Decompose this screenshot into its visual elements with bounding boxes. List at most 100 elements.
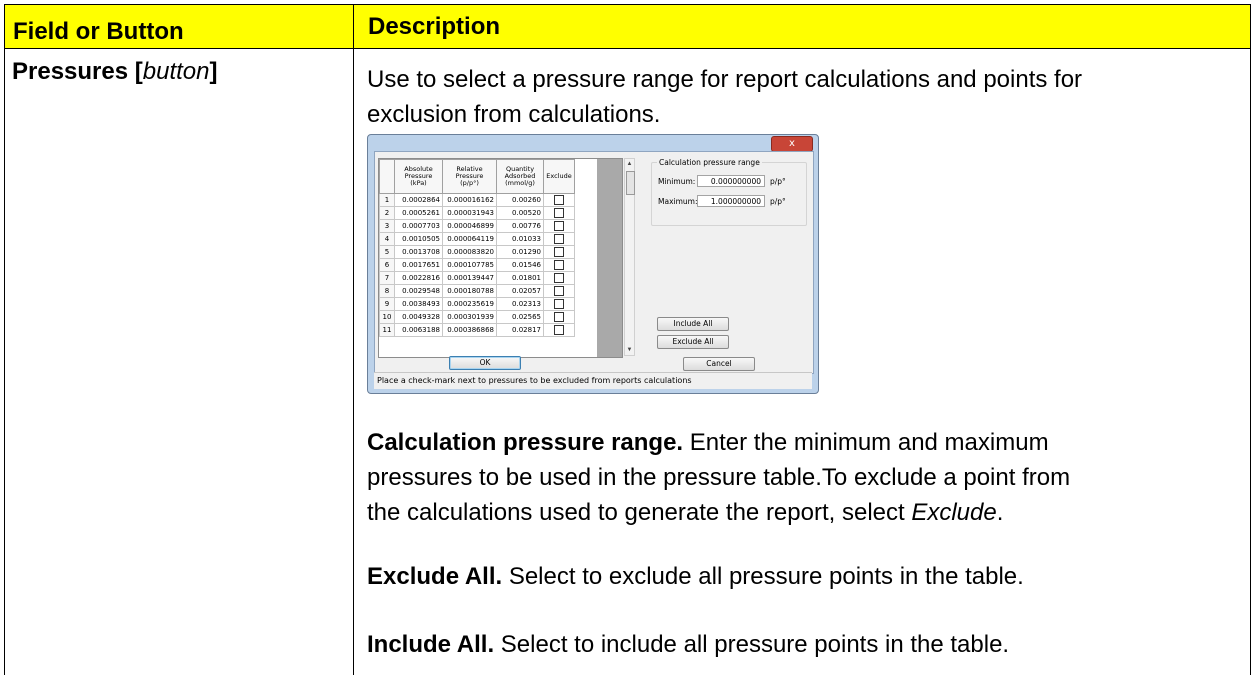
quantity-adsorbed-cell: 0.00520 [496,206,544,220]
row-number-header [379,159,395,194]
exclude-checkbox[interactable] [554,259,564,270]
table-scrollbar[interactable]: ▲ ▼ [624,158,635,356]
absolute-pressure-cell: 0.0017651 [394,258,443,272]
table-right-border [1250,48,1251,675]
row-number: 5 [379,245,395,259]
para1-line3: the calculations used to generate the re… [367,499,1004,526]
exclude-cell [543,297,575,311]
intro-line-2: exclusion from calculations. [367,101,661,128]
ok-button[interactable]: OK [449,356,521,370]
exclude-cell [543,232,575,246]
quantity-adsorbed-cell: 0.02817 [496,323,544,337]
row-number: 2 [379,206,395,220]
close-icon[interactable]: x [771,136,813,152]
maximum-input[interactable]: 1.000000000 [697,195,765,207]
cancel-button[interactable]: Cancel [683,357,755,371]
table-row: 4 0.0010505 0.000064119 0.01033 [379,232,575,246]
absolute-pressure-cell: 0.0002864 [394,193,443,207]
header-description: Description [353,4,1251,49]
exclude-checkbox[interactable] [554,272,564,283]
exclude-cell [543,206,575,220]
field-name-pressures: Pressures [button] [12,58,218,85]
exclude-checkbox[interactable] [554,298,564,309]
row-number: 6 [379,258,395,272]
exclude-checkbox[interactable] [554,311,564,322]
quantity-adsorbed-cell: 0.01033 [496,232,544,246]
relative-pressure-cell: 0.000046899 [442,219,497,233]
status-bar: Place a check-mark next to pressures to … [374,372,812,389]
relative-pressure-cell: 0.000031943 [442,206,497,220]
pressure-grid: Absolute Pressure (kPa) Relative Pressure (p… [379,159,575,337]
column-divider [353,48,354,675]
row-number: 9 [379,297,395,311]
absolute-pressure-cell: 0.0063188 [394,323,443,337]
exclude-cell [543,219,575,233]
calculation-range-paragraph: Calculation pressure range. Enter the mi… [367,425,1227,530]
row-number: 8 [379,284,395,298]
scroll-down-icon[interactable]: ▼ [625,345,634,355]
include-all-button[interactable]: Include All [657,317,729,331]
absolute-pressure-cell: 0.0013708 [394,245,443,259]
exclude-checkbox[interactable] [554,246,564,257]
quantity-adsorbed-cell: 0.02057 [496,284,544,298]
dialog-client-area: Absolute Pressure (kPa) Relative Pressure (p… [374,151,814,374]
range-group-title: Calculation pressure range [657,158,762,167]
exclude-all-button[interactable]: Exclude All [657,335,729,349]
minimum-input[interactable]: 0.000000000 [697,175,765,187]
table-row: 11 0.0063188 0.000386868 0.02817 [379,323,575,337]
exclude-checkbox[interactable] [554,324,564,335]
row-number: 10 [379,310,395,324]
scroll-up-icon[interactable]: ▲ [625,159,634,169]
table-empty-area [597,159,622,357]
row-number: 1 [379,193,395,207]
minimum-label: Minimum: [658,177,696,186]
table-row: 7 0.0022816 0.000139447 0.01801 [379,271,575,285]
col-quantity-adsorbed: Quantity Adsorbed (mmol/g) [496,159,544,194]
relative-pressure-cell: 0.000064119 [442,232,497,246]
calculation-pressure-range-group: Calculation pressure range Minimum: 0.00… [651,158,807,226]
relative-pressure-cell: 0.000016162 [442,193,497,207]
pressure-table: Absolute Pressure (kPa) Relative Pressure (p… [378,158,623,358]
relative-pressure-cell: 0.000139447 [442,271,497,285]
para1-line1: Calculation pressure range. Enter the mi… [367,429,1049,456]
para1-line2: pressures to be used in the pressure tab… [367,464,1071,491]
header-field-or-button: Field or Button [4,4,354,49]
exclude-checkbox[interactable] [554,220,564,231]
absolute-pressure-cell: 0.0005261 [394,206,443,220]
absolute-pressure-cell: 0.0049328 [394,310,443,324]
table-left-border [4,48,5,675]
row-number: 7 [379,271,395,285]
pressures-dialog: x Absolute Pressure (kPa) Relative Pressure… [367,134,819,394]
exclude-checkbox[interactable] [554,233,564,244]
row-number: 4 [379,232,395,246]
exclude-checkbox[interactable] [554,285,564,296]
exclude-cell [543,284,575,298]
absolute-pressure-cell: 0.0007703 [394,219,443,233]
col-absolute-pressure: Absolute Pressure (kPa) [394,159,443,194]
maximum-label: Maximum: [658,197,698,206]
exclude-cell [543,245,575,259]
maximum-unit: p/p° [770,197,786,206]
table-row: 3 0.0007703 0.000046899 0.00776 [379,219,575,233]
quantity-adsorbed-cell: 0.01290 [496,245,544,259]
exclude-checkbox[interactable] [554,194,564,205]
relative-pressure-cell: 0.000301939 [442,310,497,324]
exclude-all-paragraph: Exclude All. Select to exclude all press… [367,563,1024,590]
table-row: 2 0.0005261 0.000031943 0.00520 [379,206,575,220]
exclude-cell [543,271,575,285]
intro-line-1: Use to select a pressure range for repor… [367,66,1083,93]
absolute-pressure-cell: 0.0029548 [394,284,443,298]
row-number: 11 [379,323,395,337]
scroll-thumb[interactable] [626,171,635,195]
relative-pressure-cell: 0.000107785 [442,258,497,272]
intro-text: Use to select a pressure range for repor… [367,62,1227,132]
table-row: 1 0.0002864 0.000016162 0.00260 [379,193,575,207]
row-number: 3 [379,219,395,233]
quantity-adsorbed-cell: 0.01801 [496,271,544,285]
exclude-cell [543,258,575,272]
minimum-unit: p/p° [770,177,786,186]
relative-pressure-cell: 0.000235619 [442,297,497,311]
relative-pressure-cell: 0.000180788 [442,284,497,298]
exclude-checkbox[interactable] [554,207,564,218]
absolute-pressure-cell: 0.0022816 [394,271,443,285]
